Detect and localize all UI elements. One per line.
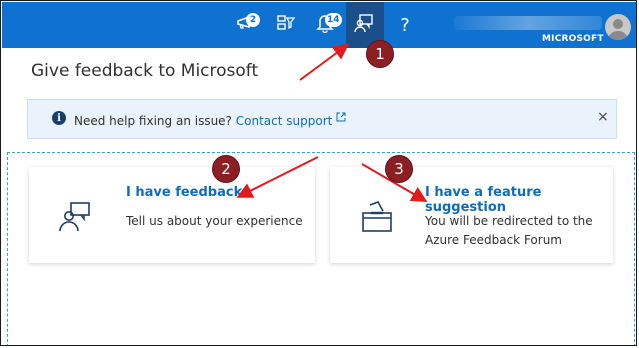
feature-suggestion-card[interactable]: I have a feature suggestion You will be …: [330, 167, 613, 263]
annotation-marker-3: 3: [385, 155, 413, 183]
person-feedback-icon: [57, 201, 95, 237]
directory-filter-icon: [276, 14, 296, 36]
card-description: Tell us about your experience: [126, 214, 303, 228]
close-banner-button[interactable]: ×: [597, 109, 609, 125]
help-info-banner: i Need help fixing an issue? Contact sup…: [27, 99, 617, 139]
help-button[interactable]: ?: [386, 2, 424, 48]
banner-message: Need help fixing an issue? Contact suppo…: [74, 111, 346, 128]
top-navigation-bar: 2 14 ? MICROSOFT: [2, 2, 636, 48]
contact-support-link-label: Contact support: [235, 114, 333, 128]
feedback-pane-window: 2 14 ? MICROSOFT Give feedback to Micros…: [0, 0, 637, 346]
directory-subscription-button[interactable]: [267, 2, 305, 48]
contact-support-link[interactable]: Contact support: [235, 111, 347, 128]
annotation-marker-1: 1: [366, 40, 394, 68]
info-icon: i: [52, 111, 66, 125]
card-description-line2: Azure Feedback Forum: [425, 233, 562, 247]
user-avatar[interactable]: [605, 14, 631, 40]
card-description-line1: You will be redirected to the: [425, 214, 593, 228]
i-have-feedback-card[interactable]: I have feedback Tell us about your exper…: [29, 167, 315, 263]
card-title: I have a feature suggestion: [425, 185, 542, 215]
card-title: I have feedback: [126, 185, 243, 200]
avatar-person-icon: [608, 19, 628, 40]
banner-text: Need help fixing an issue?: [74, 114, 232, 128]
help-icon: ?: [400, 14, 410, 36]
card-description: You will be redirected to the Azure Feed…: [425, 212, 593, 250]
tenant-name: MICROSOFT: [542, 34, 604, 44]
feedback-person-icon: [354, 13, 376, 37]
annotation-marker-2: 2: [212, 155, 240, 183]
announcements-button[interactable]: 2: [227, 2, 265, 48]
notifications-button[interactable]: 14: [306, 2, 344, 48]
ballot-box-icon: [360, 201, 394, 237]
external-link-icon: [336, 111, 346, 125]
announcements-badge: 2: [246, 13, 260, 27]
user-email-redacted[interactable]: [454, 16, 602, 30]
notifications-badge: 14: [325, 13, 342, 27]
page-title: Give feedback to Microsoft: [31, 61, 259, 81]
